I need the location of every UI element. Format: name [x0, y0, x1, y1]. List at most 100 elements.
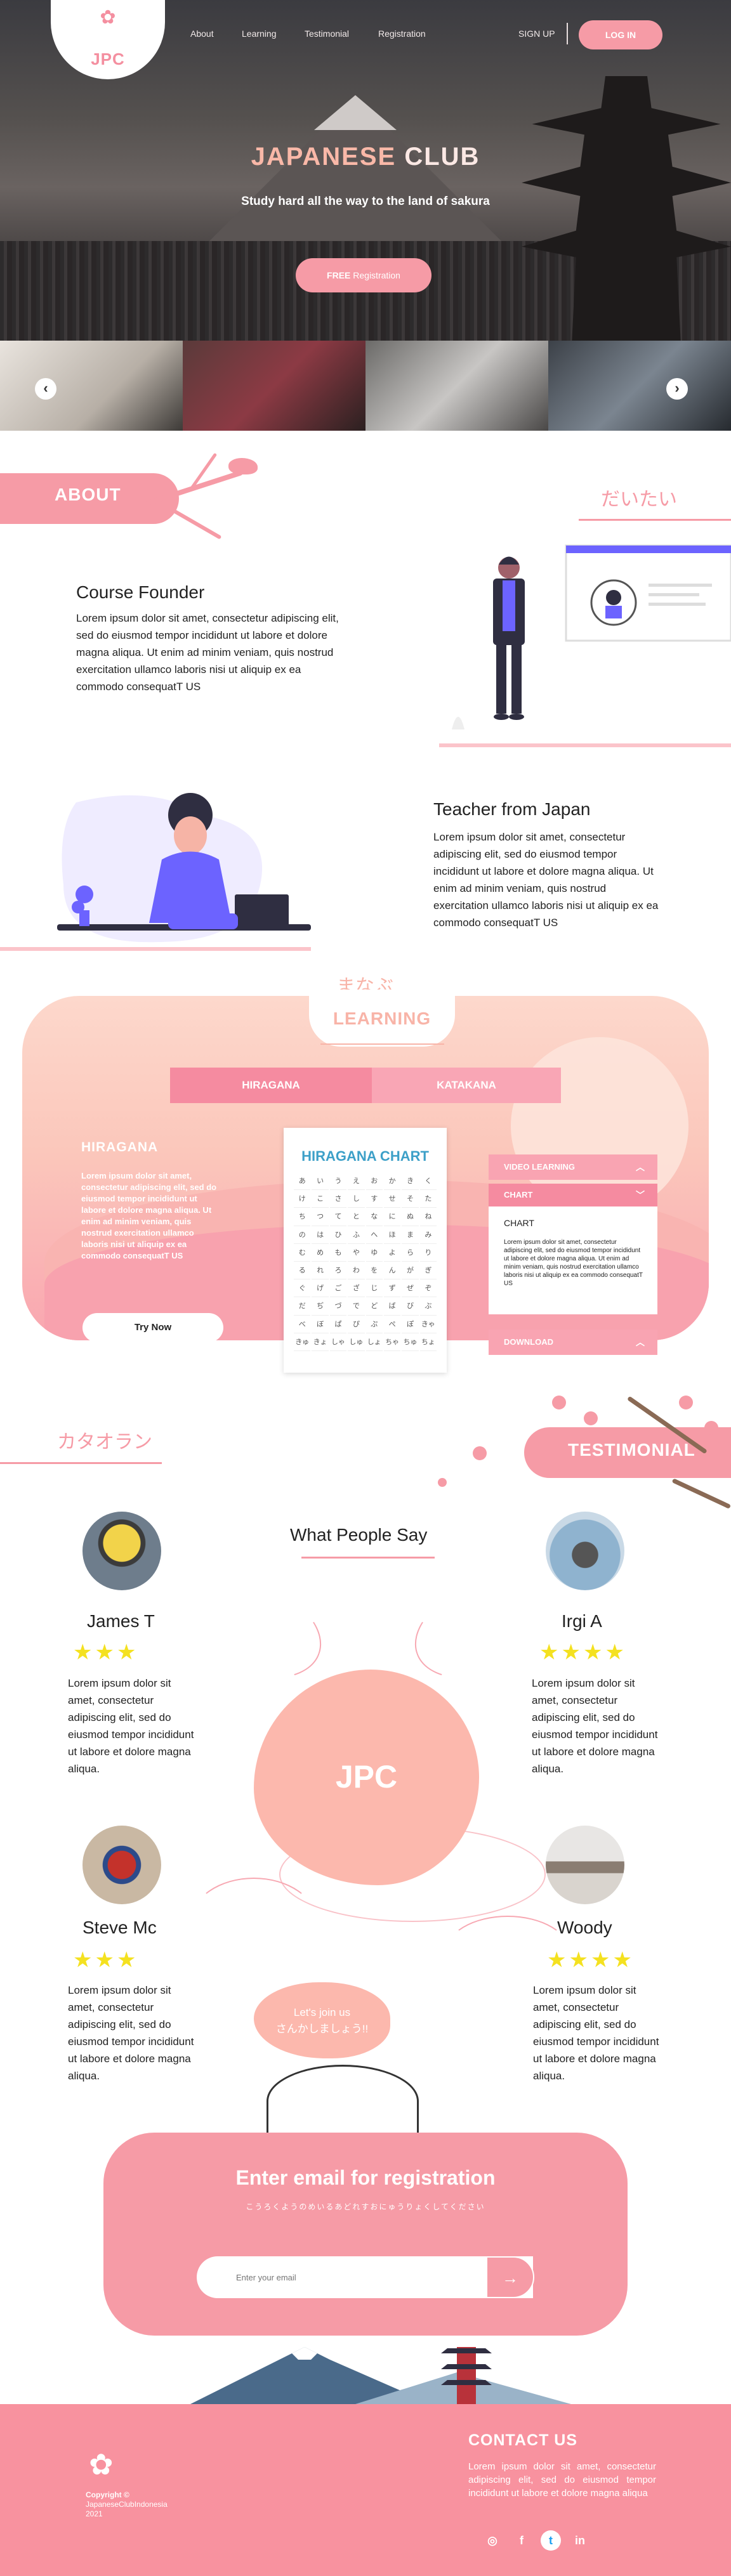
- nav-link-learning[interactable]: Learning: [242, 29, 277, 39]
- page: ✿ JPC About Learning Testimonial Registr…: [0, 0, 731, 2576]
- carousel-photo-calligraphy: [0, 341, 183, 431]
- hiragana-char: き: [402, 1174, 419, 1191]
- hiragana-char: し: [348, 1191, 365, 1208]
- registration-title: Enter email for registration: [235, 2166, 496, 2189]
- arrow-curve: [190, 1878, 317, 1966]
- hiragana-char: る: [294, 1263, 311, 1280]
- registration-card: [103, 2133, 628, 2336]
- contact-title: CONTACT US: [468, 2431, 578, 2449]
- cta-bold: FREE: [327, 270, 351, 280]
- jpc-center-text: JPC: [335, 1759, 398, 1795]
- try-now-button[interactable]: Try Now: [82, 1313, 223, 1342]
- hiragana-title: HIRAGANA: [81, 1140, 159, 1154]
- nav-link-testimonial[interactable]: Testimonial: [305, 29, 349, 39]
- sakura-branch-2: [671, 1478, 731, 1509]
- about-jp-label: だいたい: [601, 489, 677, 510]
- carousel-prev-icon[interactable]: ‹: [35, 378, 56, 400]
- hiragana-char: ろ: [329, 1263, 347, 1280]
- what-people-say-heading: What People Say: [290, 1525, 428, 1545]
- hiragana-char: よ: [383, 1245, 401, 1262]
- hiragana-char: ん: [383, 1263, 401, 1280]
- hiragana-char: す: [366, 1191, 383, 1208]
- tab-katakana[interactable]: KATAKANA: [372, 1068, 561, 1103]
- hiragana-char: せ: [383, 1191, 401, 1208]
- rating-stars-james: ★★★: [73, 1640, 139, 1664]
- hiragana-char: きょ: [312, 1335, 329, 1351]
- hiragana-char: や: [348, 1245, 365, 1262]
- rating-stars-irgi: ★★★★: [539, 1640, 627, 1664]
- download-toggle[interactable]: DOWNLOAD ︿: [489, 1330, 657, 1355]
- rating-stars-woody: ★★★★: [547, 1948, 635, 1972]
- free-registration-button[interactable]: FREE Registration: [296, 258, 431, 292]
- blossom-icon: [438, 1478, 447, 1487]
- hero-title-a: JAPANESE: [251, 143, 397, 171]
- chevron-up-icon: ︿: [636, 1337, 645, 1347]
- hiragana-char: こ: [312, 1191, 329, 1208]
- avatar-irgi: [546, 1512, 624, 1590]
- hiragana-char: は: [312, 1227, 329, 1244]
- nav-divider: [567, 23, 568, 44]
- email-input[interactable]: [197, 2256, 533, 2298]
- tab-hiragana[interactable]: HIRAGANA: [170, 1068, 372, 1103]
- twitter-icon[interactable]: t: [541, 2530, 561, 2551]
- download-label: DOWNLOAD: [504, 1337, 553, 1347]
- hiragana-char: ど: [366, 1298, 383, 1316]
- testimonial-name-steve: Steve Mc: [82, 1918, 157, 1937]
- testimonial-text-steve: Lorem ipsum dolor sit amet, consectetur …: [68, 1984, 194, 2082]
- login-button[interactable]: LOG IN: [579, 20, 662, 49]
- chart-panel-text: Lorem ipsum dolor sit amet, consectetur …: [504, 1239, 643, 1287]
- hiragana-char: け: [294, 1191, 311, 1208]
- hiragana-char: む: [294, 1245, 311, 1262]
- facebook-icon[interactable]: f: [511, 2530, 532, 2551]
- hiragana-char: ふ: [348, 1227, 365, 1244]
- join-text: Let's join us さんかしましょう!!: [254, 2004, 390, 2037]
- hiragana-char: ぐ: [294, 1281, 311, 1298]
- join-line-2: さんかしましょう!!: [275, 2023, 369, 2035]
- hiragana-char: み: [419, 1227, 437, 1244]
- testimonial-jp-label: カタオラン: [57, 1432, 152, 1453]
- hiragana-char: しょ: [366, 1335, 383, 1351]
- hiragana-char: ぷ: [366, 1317, 383, 1333]
- teacher-text: Lorem ipsum dolor sit amet, consectetur …: [433, 831, 659, 929]
- hiragana-char: い: [312, 1174, 329, 1191]
- hero-subtitle: Study hard all the way to the land of sa…: [241, 195, 490, 208]
- video-learning-toggle[interactable]: VIDEO LEARNING ︿: [489, 1154, 657, 1180]
- hiragana-char: ぞ: [419, 1281, 437, 1298]
- lucky-cat-illustration: [267, 2065, 419, 2138]
- hiragana-char: ま: [402, 1227, 419, 1244]
- carousel-photo-kimono: [183, 341, 366, 431]
- hiragana-char: ほ: [383, 1227, 401, 1244]
- instagram-icon[interactable]: ◎: [482, 2530, 503, 2551]
- hero-title-b: CLUB: [396, 143, 480, 171]
- hiragana-char: ら: [402, 1245, 419, 1262]
- copyright-label: Copyright ©: [86, 2490, 129, 2499]
- carousel-next-icon[interactable]: ›: [666, 378, 688, 400]
- nav-link-about[interactable]: About: [190, 29, 214, 39]
- hero-title: JAPANESE CLUB: [0, 143, 731, 171]
- hiragana-char: ゆ: [366, 1245, 383, 1262]
- avatar-james: [82, 1512, 161, 1590]
- hiragana-char: ひ: [329, 1227, 347, 1244]
- hiragana-char: ば: [383, 1298, 401, 1316]
- copyright: Copyright © JapaneseClubIndonesia 2021: [86, 2490, 187, 2519]
- chart-toggle[interactable]: CHART ﹀: [489, 1184, 657, 1206]
- hiragana-char: ちょ: [419, 1335, 437, 1351]
- hiragana-char: ぬ: [402, 1209, 419, 1226]
- hiragana-char: ぺ: [383, 1317, 401, 1333]
- logo-text: JPC: [91, 49, 125, 69]
- nav-link-registration[interactable]: Registration: [378, 29, 426, 39]
- signup-link[interactable]: SIGN UP: [518, 29, 555, 39]
- chart-panel-title: CHART: [504, 1218, 534, 1228]
- linkedin-icon[interactable]: in: [570, 2530, 590, 2551]
- submit-arrow-button[interactable]: →: [486, 2256, 534, 2298]
- testimonial-text-woody: Lorem ipsum dolor sit amet, consectetur …: [533, 1984, 659, 2082]
- hiragana-char: に: [383, 1209, 401, 1226]
- hiragana-char: げ: [312, 1281, 329, 1298]
- logo[interactable]: ✿ JPC: [51, 0, 165, 79]
- hiragana-char: て: [329, 1209, 347, 1226]
- hiragana-chart-grid: あいうえおかきくけこさしすせそたちつてとなにぬねのはひふへほまみむめもやゆよらり…: [294, 1174, 437, 1351]
- chevron-down-icon: ﹀: [636, 1190, 645, 1200]
- hiragana-char: を: [366, 1263, 383, 1280]
- founder-text: Lorem ipsum dolor sit amet, consectetur …: [76, 612, 339, 693]
- hiragana-char: ね: [419, 1209, 437, 1226]
